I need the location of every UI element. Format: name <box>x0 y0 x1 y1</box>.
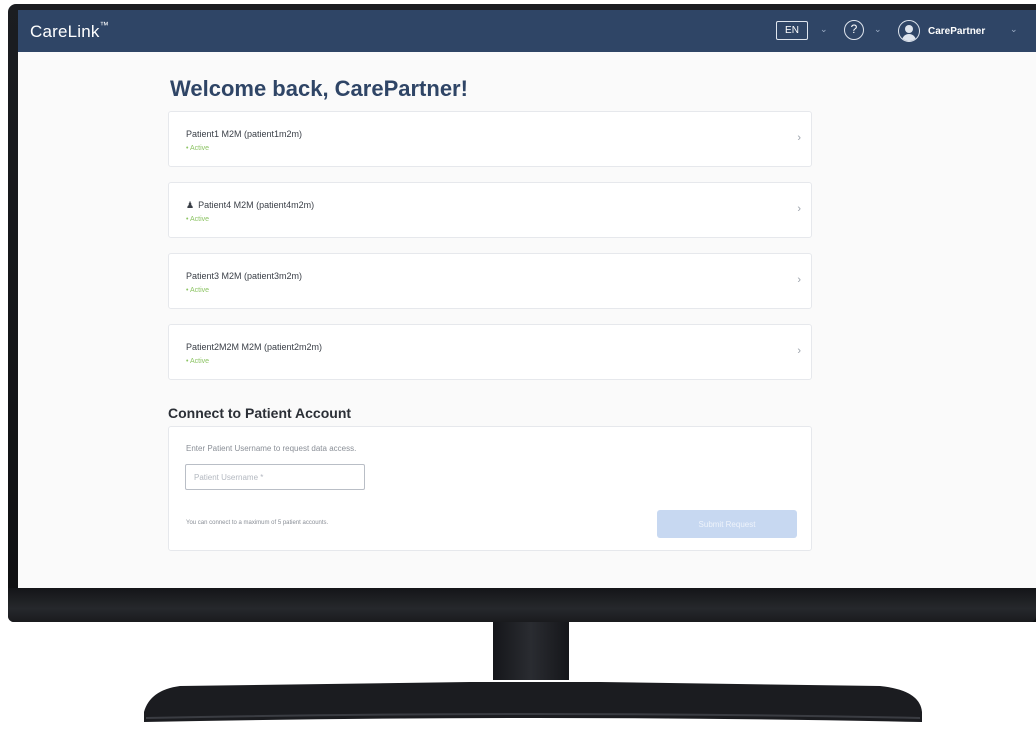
monitor-screen: CareLink™ EN ⌄ ? ⌄ CarePartner ⌄ Welcome… <box>18 10 1036 588</box>
patient-card[interactable]: Patient3 M2M (patient3m2m) • Active › <box>168 253 812 309</box>
monitor-chin <box>8 588 1036 622</box>
chevron-right-icon: › <box>797 203 801 215</box>
patient-card[interactable]: Patient2M2M M2M (patient2m2m) • Active › <box>168 324 812 380</box>
patient-username-input[interactable] <box>185 464 365 490</box>
patient-name: Patient1 M2M (patient1m2m) <box>186 129 303 139</box>
chevron-right-icon: › <box>797 132 801 144</box>
status-badge: • Active <box>186 216 210 223</box>
patient-name: Patient4 M2M (patient4m2m) <box>198 200 315 210</box>
submit-request-button[interactable]: Submit Request <box>657 510 797 538</box>
chevron-down-icon[interactable]: ⌄ <box>820 24 828 35</box>
patient-card[interactable]: ♟ Patient4 M2M (patient4m2m) • Active › <box>168 182 812 238</box>
monitor-stand-base <box>144 682 922 722</box>
user-name: CarePartner <box>928 25 986 37</box>
logo-text: CareLink <box>30 22 100 41</box>
carelink-logo[interactable]: CareLink™ <box>30 20 109 42</box>
patient-name: Patient2M2M M2M (patient2m2m) <box>186 342 323 352</box>
chevron-down-icon[interactable]: ⌄ <box>874 24 882 35</box>
patient-card[interactable]: Patient1 M2M (patient1m2m) • Active › <box>168 111 812 167</box>
chevron-right-icon: › <box>797 345 801 357</box>
patient-name: Patient3 M2M (patient3m2m) <box>186 271 303 281</box>
status-badge: • Active <box>186 358 210 365</box>
user-avatar-icon <box>898 20 920 42</box>
status-badge: • Active <box>186 145 210 152</box>
help-icon[interactable]: ? <box>844 20 864 40</box>
patient-name-row: ♟ Patient4 M2M (patient4m2m) <box>186 200 314 211</box>
top-navigation-bar: CareLink™ EN ⌄ ? ⌄ CarePartner ⌄ <box>18 10 1036 52</box>
limit-note: You can connect to a maximum of 5 patien… <box>186 520 329 526</box>
page-title: Welcome back, CarePartner! <box>170 76 468 101</box>
chevron-right-icon: › <box>797 274 801 286</box>
person-icon: ♟ <box>186 200 195 210</box>
language-selector[interactable]: EN <box>776 21 808 40</box>
user-menu[interactable]: CarePartner <box>898 19 985 43</box>
instruction-text: Enter Patient Username to request data a… <box>186 444 357 453</box>
status-badge: • Active <box>186 287 210 294</box>
connect-panel: Enter Patient Username to request data a… <box>168 426 812 551</box>
monitor-stand-neck <box>493 622 569 680</box>
chevron-down-icon[interactable]: ⌄ <box>1010 24 1018 35</box>
section-title: Connect to Patient Account <box>168 405 352 421</box>
trademark-symbol: ™ <box>99 20 109 30</box>
